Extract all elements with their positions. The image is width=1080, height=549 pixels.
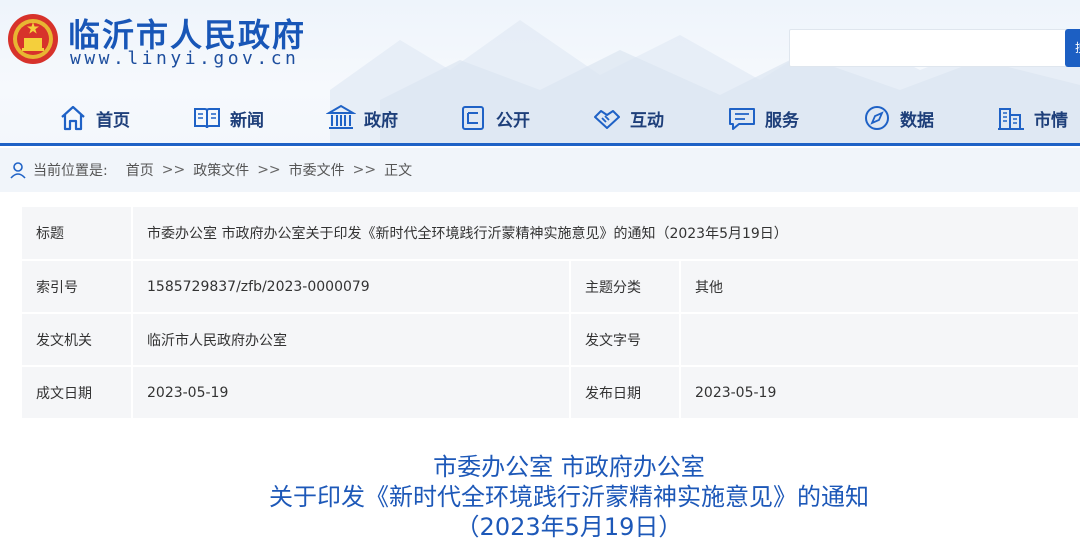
nav-item-news[interactable]: 新闻 — [192, 96, 264, 140]
breadcrumb: 当前位置是: 首页 >> 政策文件 >> 市委文件 >> 正文 — [0, 148, 1080, 192]
written-date-value: 2023-05-19 — [132, 366, 571, 420]
national-emblem-icon — [8, 14, 58, 64]
city-icon — [998, 108, 1024, 130]
search-input[interactable] — [789, 29, 1069, 67]
nav-label: 服务 — [765, 110, 799, 131]
nav-item-service[interactable]: 服务 — [727, 96, 799, 140]
breadcrumb-item-home[interactable]: 首页 — [126, 160, 154, 180]
main-nav: 首页 新闻 政府 公开 互动 服务 数据 市情 — [0, 96, 1080, 140]
building-icon — [326, 104, 356, 129]
document-title-line: 市委办公室 市政府办公室 — [433, 453, 705, 481]
breadcrumb-item-committee[interactable]: 市委文件 — [289, 160, 345, 180]
published-date-value: 2023-05-19 — [680, 366, 1080, 420]
document-title: 市委办公室 市政府办公室 关于印发《新时代全环境践行沂蒙精神实施意见》的通知 （… — [0, 452, 1080, 542]
breadcrumb-separator: >> — [257, 162, 281, 178]
nav-label: 数据 — [900, 110, 934, 131]
nav-item-interaction[interactable]: 互动 — [592, 96, 664, 140]
site-header: 临沂市人民政府 www.linyi.gov.cn 搜 首页 新闻 政府 公开 互… — [0, 0, 1080, 146]
document-info-table: 标题 市委办公室 市政府办公室关于印发《新时代全环境践行沂蒙精神实施意见》的通知… — [22, 207, 1080, 420]
chat-icon — [729, 108, 755, 130]
nav-label: 互动 — [630, 110, 664, 131]
nav-label: 市情 — [1034, 110, 1068, 131]
breadcrumb-item-current: 正文 — [384, 163, 413, 179]
table-row: 标题 市委办公室 市政府办公室关于印发《新时代全环境践行沂蒙精神实施意见》的通知… — [22, 207, 1080, 261]
nav-underline-bar — [0, 143, 1080, 146]
docno-value — [680, 313, 1080, 367]
index-value: 1585729837/zfb/2023-0000079 — [132, 260, 571, 314]
handshake-icon — [594, 110, 620, 129]
breadcrumb-prefix: 当前位置是: — [33, 163, 108, 179]
document-title-line: 关于印发《新时代全环境践行沂蒙精神实施意见》的通知 — [269, 483, 869, 511]
nav-item-city[interactable]: 市情 — [996, 96, 1068, 140]
nav-label: 政府 — [364, 110, 398, 131]
table-row: 成文日期 2023-05-19 发布日期 2023-05-19 — [22, 366, 1080, 420]
breadcrumb-item-policy[interactable]: 政策文件 — [193, 160, 249, 180]
site-url[interactable]: www.linyi.gov.cn — [70, 48, 299, 69]
index-label: 索引号 — [22, 260, 133, 314]
search-button[interactable]: 搜 — [1065, 29, 1080, 67]
nav-label: 首页 — [96, 110, 130, 131]
nav-label: 公开 — [496, 110, 530, 131]
nav-label: 新闻 — [230, 110, 264, 131]
nav-item-public[interactable]: 公开 — [458, 96, 530, 140]
nav-item-data[interactable]: 数据 — [862, 96, 934, 140]
user-location-icon — [10, 162, 26, 179]
breadcrumb-separator: >> — [161, 162, 186, 178]
issuer-value: 临沂市人民政府办公室 — [132, 313, 571, 367]
issuer-label: 发文机关 — [22, 313, 133, 367]
title-value: 市委办公室 市政府办公室关于印发《新时代全环境践行沂蒙精神实施意见》的通知（20… — [132, 207, 1080, 261]
table-row: 索引号 1585729837/zfb/2023-0000079 主题分类 其他 — [22, 260, 1080, 314]
breadcrumb-separator: >> — [352, 162, 377, 178]
docno-label: 发文字号 — [570, 313, 681, 367]
nav-item-government[interactable]: 政府 — [326, 96, 398, 140]
table-row: 发文机关 临沂市人民政府办公室 发文字号 — [22, 313, 1080, 367]
nav-item-home[interactable]: 首页 — [58, 96, 130, 140]
home-icon — [61, 105, 85, 131]
document-title-line: （2023年5月19日） — [455, 513, 683, 541]
topic-label: 主题分类 — [570, 260, 681, 314]
document-icon — [462, 106, 484, 130]
title-label: 标题 — [22, 207, 133, 261]
written-date-label: 成文日期 — [22, 366, 133, 420]
published-date-label: 发布日期 — [570, 366, 681, 420]
book-icon — [194, 108, 220, 129]
topic-value: 其他 — [680, 260, 1080, 314]
compass-icon — [865, 106, 889, 130]
